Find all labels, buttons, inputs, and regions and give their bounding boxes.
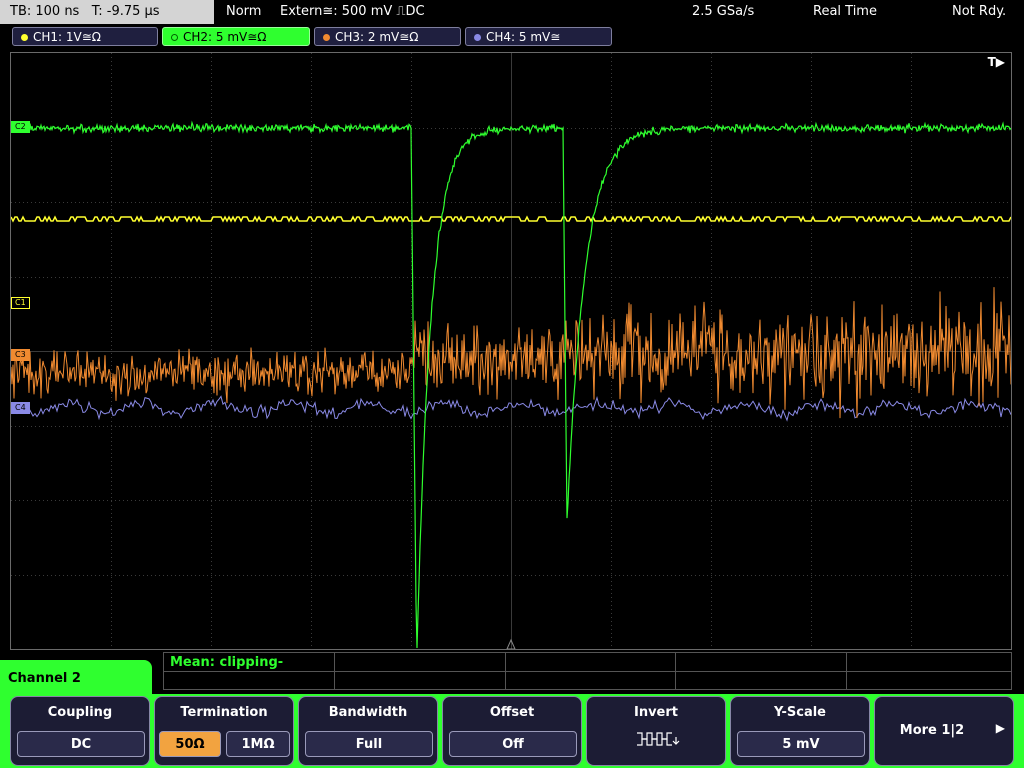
termination-1mohm-button[interactable]: 1MΩ xyxy=(226,731,290,757)
measurement-panel: Mean: clipping- xyxy=(163,652,1012,690)
invert-title: Invert xyxy=(633,705,678,720)
termination-50ohm-button[interactable]: 50Ω xyxy=(159,731,221,757)
ch1-offset-marker[interactable]: C1 xyxy=(11,297,30,309)
measurement-divider xyxy=(846,653,847,689)
ch1-color-dot xyxy=(21,34,28,41)
status-bar: TB: 100 ns T: -9.75 µs Norm Extern≅: 500… xyxy=(0,0,1024,24)
ch2-color-dot xyxy=(171,34,178,41)
coupling-title: Coupling xyxy=(47,705,113,720)
measurement-result: Mean: clipping- xyxy=(170,655,284,670)
more-arrow-icon: ▶ xyxy=(995,721,1005,735)
ch3-offset-marker[interactable]: C3 xyxy=(11,349,30,361)
acquisition-status: Not Rdy. xyxy=(952,4,1007,19)
y-scale-softkey[interactable]: Y-Scale 5 mV xyxy=(730,696,870,766)
invert-waveform-icon xyxy=(637,732,680,746)
bandwidth-title: Bandwidth xyxy=(328,705,408,720)
menu-title: Channel 2 xyxy=(0,660,152,698)
coupling-softkey[interactable]: Coupling DC xyxy=(10,696,150,766)
bandwidth-value[interactable]: Full xyxy=(305,731,433,757)
channel-tab-ch2[interactable]: CH2: 5 mV≅Ω xyxy=(162,27,310,46)
timebase-readout[interactable]: TB: 100 ns T: -9.75 µs xyxy=(0,0,214,24)
ch4-color-dot xyxy=(474,34,481,41)
channel-tab-ch3[interactable]: CH3: 2 mV≅Ω xyxy=(314,27,461,46)
y-scale-value[interactable]: 5 mV xyxy=(737,731,865,757)
ch4-offset-marker[interactable]: C4 xyxy=(11,402,30,414)
termination-title: Termination xyxy=(180,705,268,720)
invert-softkey[interactable]: Invert xyxy=(586,696,726,766)
measurement-divider xyxy=(505,653,506,689)
ch4-label: CH4: 5 mV≅ xyxy=(486,30,561,44)
termination-softkey[interactable]: Termination 50Ω 1MΩ xyxy=(154,696,294,766)
offset-softkey[interactable]: Offset Off xyxy=(442,696,582,766)
y-scale-title: Y-Scale xyxy=(773,705,826,720)
ch3-label: CH3: 2 mV≅Ω xyxy=(335,30,419,44)
channel-tabs: CH1: 1V≅Ω CH2: 5 mV≅Ω CH3: 2 mV≅Ω CH4: 5… xyxy=(0,26,1024,48)
bandwidth-softkey[interactable]: Bandwidth Full xyxy=(298,696,438,766)
channel-tab-ch1[interactable]: CH1: 1V≅Ω xyxy=(12,27,158,46)
trigger-mode[interactable]: Norm xyxy=(226,0,261,24)
ch2-label: CH2: 5 mV≅Ω xyxy=(183,30,267,44)
waveform-canvas xyxy=(11,53,1011,649)
ch1-label: CH1: 1V≅Ω xyxy=(33,30,101,44)
measurement-divider xyxy=(334,653,335,689)
sample-rate: 2.5 GSa/s xyxy=(692,4,755,19)
more-label: More 1|2 xyxy=(899,723,965,738)
trigger-position-indicator: T▶ xyxy=(987,55,1005,69)
ch2-offset-marker[interactable]: C2 xyxy=(11,121,30,133)
offset-title: Offset xyxy=(489,705,535,720)
measurement-divider xyxy=(164,671,1011,672)
coupling-value[interactable]: DC xyxy=(17,731,145,757)
measurement-divider xyxy=(675,653,676,689)
ch3-color-dot xyxy=(323,34,330,41)
offset-value[interactable]: Off xyxy=(449,731,577,757)
acquisition-mode: Real Time xyxy=(813,4,877,19)
more-softkey[interactable]: More 1|2 ▶ xyxy=(874,696,1014,766)
channel-tab-ch4[interactable]: CH4: 5 mV≅ xyxy=(465,27,612,46)
trigger-source[interactable]: Extern≅: 500 mV ⎍DC xyxy=(280,0,425,24)
waveform-display[interactable]: T▶ C2 C1 C3 C4 xyxy=(10,52,1012,650)
